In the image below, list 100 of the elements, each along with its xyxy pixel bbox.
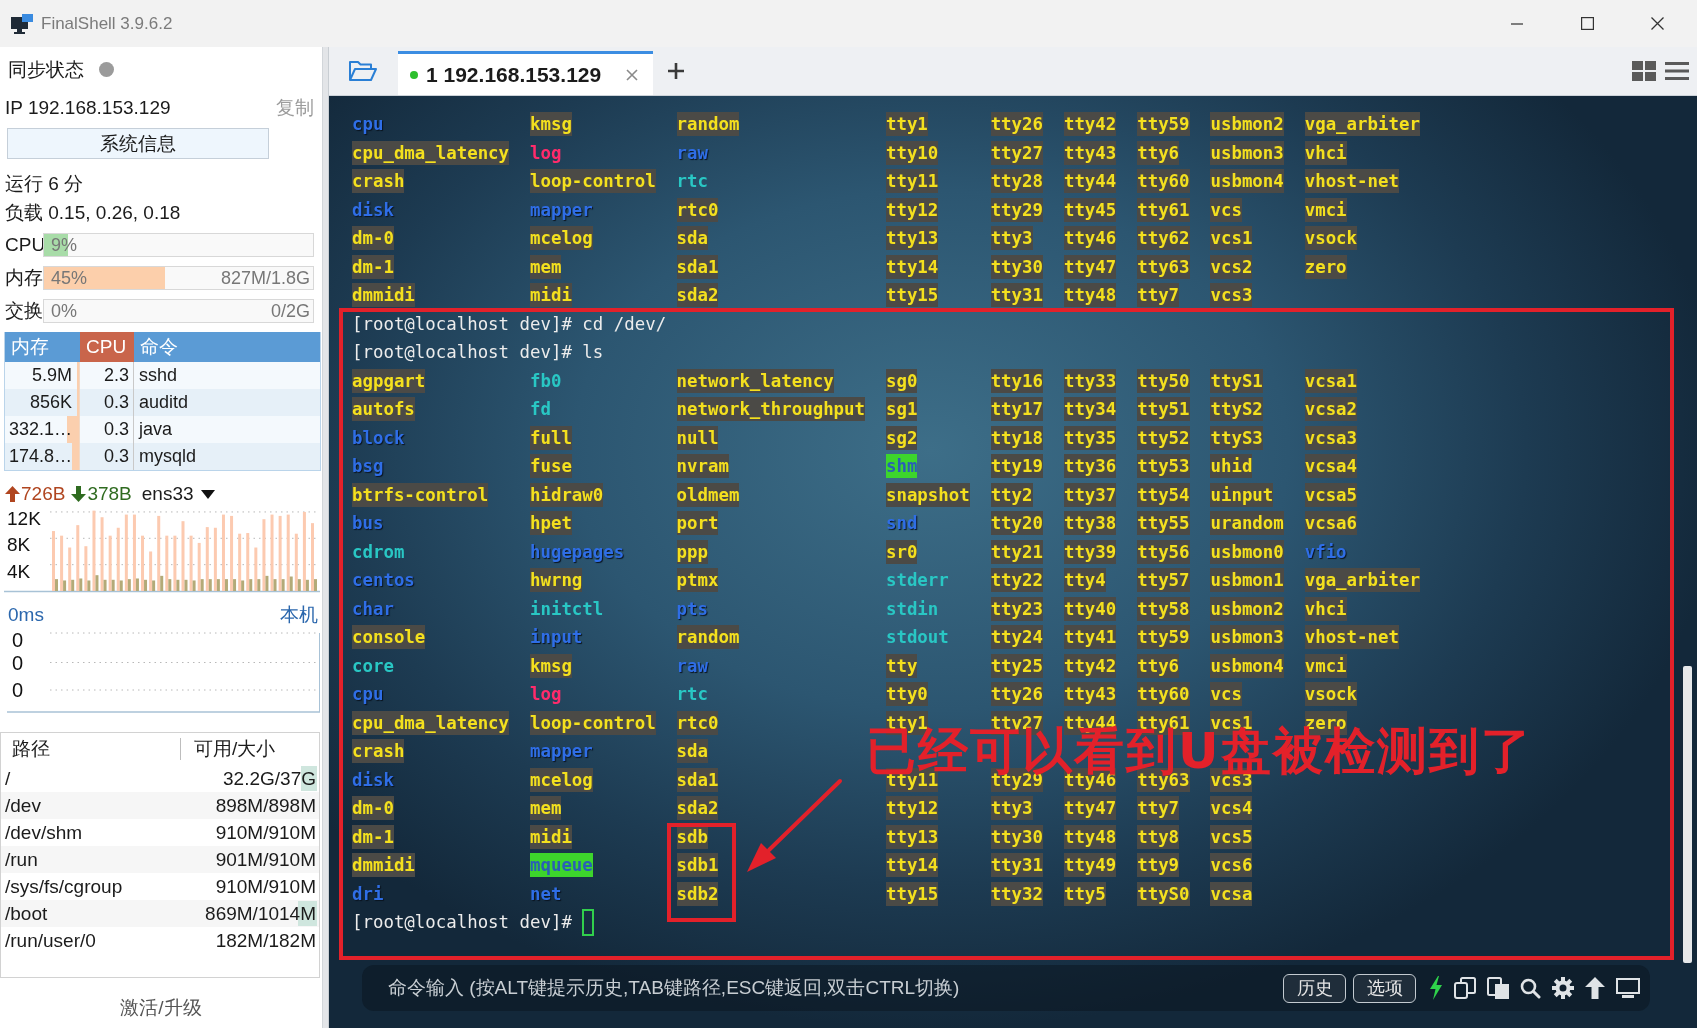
folder-icon[interactable] xyxy=(348,59,378,83)
download-bar xyxy=(103,579,107,591)
file-name: usbmon2 xyxy=(1210,596,1284,621)
file-name: tty28 xyxy=(990,169,1043,194)
file-name: sda2 xyxy=(676,283,719,308)
file-name: ttyS2 xyxy=(1210,397,1263,422)
interface-dropdown[interactable]: ens33 xyxy=(141,483,215,505)
maximize-icon xyxy=(1580,17,1594,30)
copy-icon[interactable] xyxy=(1454,977,1476,999)
file-name: tty51 xyxy=(1137,397,1190,422)
file-name: vhci xyxy=(1304,596,1347,621)
file-name: null xyxy=(676,425,719,450)
arrow-up-icon xyxy=(5,486,20,502)
file-name: rtc xyxy=(676,683,708,707)
download-bar xyxy=(257,579,261,591)
upload-bar xyxy=(60,535,64,591)
file-name: cpu xyxy=(352,113,384,137)
host-selector[interactable]: 本机 xyxy=(280,602,318,628)
file-name: tty43 xyxy=(1063,140,1117,165)
upload-bar xyxy=(181,521,185,591)
file-name: usbmon0 xyxy=(1210,539,1284,564)
file-name: vcs3 xyxy=(1210,283,1253,308)
file-name: tty33 xyxy=(1063,368,1117,393)
file-name: ttyS3 xyxy=(1210,425,1263,450)
file-name: vcs4 xyxy=(1210,796,1253,821)
file-name: network_throughput xyxy=(676,397,866,422)
session-tab[interactable]: 1 192.168.153.129 xyxy=(398,51,653,95)
file-name: tty35 xyxy=(1063,425,1117,450)
file-name: dm-0 xyxy=(352,226,394,251)
file-name: tty45 xyxy=(1063,197,1117,222)
sync-status-label: 同步状态 xyxy=(8,57,84,82)
file-name: tty9 xyxy=(1137,853,1180,878)
column-header[interactable]: CPU xyxy=(80,332,134,362)
file-name: rtc0 xyxy=(676,710,719,735)
file-name: mcelog xyxy=(530,226,593,251)
file-name: sr0 xyxy=(885,539,918,564)
arrow-up-icon[interactable] xyxy=(1585,977,1605,999)
mount-path: /dev xyxy=(4,794,42,817)
file-name: tty2 xyxy=(990,482,1033,507)
file-name: tty59 xyxy=(1137,112,1190,137)
screen-icon[interactable] xyxy=(1616,978,1640,998)
lightning-icon[interactable] xyxy=(1429,976,1443,1000)
plus-icon[interactable] xyxy=(668,63,684,79)
file-name: random xyxy=(676,625,740,650)
file-name: dmmidi xyxy=(352,283,415,308)
file-name: tty3 xyxy=(990,226,1033,251)
axis-label: 0 xyxy=(12,652,24,674)
column-header[interactable]: 路径 xyxy=(1,738,181,760)
command-input[interactable]: 命令输入 (按ALT键提示历史,TAB键路径,ESC键返回,双击CTRL切换) xyxy=(388,975,1276,1001)
file-name: sdb2 xyxy=(676,881,719,906)
file-name: port xyxy=(676,511,719,536)
upgrade-button[interactable]: 激活/升级 xyxy=(0,988,322,1028)
file-name: tty4 xyxy=(1063,568,1106,593)
file-name: stdin xyxy=(885,597,939,621)
file-name: tty29 xyxy=(990,197,1043,222)
download-bar xyxy=(241,580,245,591)
file-name: vcs2 xyxy=(1210,254,1253,279)
column-header[interactable]: 可用/大小 xyxy=(181,736,276,762)
file-name: tty3 xyxy=(990,796,1033,821)
file-name: tty60 xyxy=(1137,682,1190,707)
file-name: loop-control xyxy=(530,169,656,194)
file-name: tty31 xyxy=(990,283,1043,308)
file-name: tty43 xyxy=(1063,682,1117,707)
file-name: tty55 xyxy=(1137,511,1190,536)
load-average-text: 负载 0.15, 0.26, 0.18 xyxy=(5,200,181,225)
file-name: tty49 xyxy=(1063,853,1117,878)
system-info-button[interactable]: 系统信息 xyxy=(7,128,269,159)
download-bar xyxy=(281,579,285,591)
file-name: snd xyxy=(885,512,918,536)
file-name: vfio xyxy=(1304,540,1347,564)
file-name: fd xyxy=(530,398,551,422)
search-icon[interactable] xyxy=(1520,977,1541,999)
file-name: pts xyxy=(676,597,708,621)
close-icon[interactable] xyxy=(626,68,638,81)
file-name: tty0 xyxy=(885,682,928,707)
file-name: tty38 xyxy=(1063,511,1117,536)
meter-label: 交换 xyxy=(4,299,43,323)
scrollbar[interactable] xyxy=(1683,666,1692,963)
process-name: mysqld xyxy=(138,445,197,468)
file-name: usbmon3 xyxy=(1210,625,1284,650)
file-name: vsock xyxy=(1304,226,1358,251)
download-bar xyxy=(305,579,309,591)
grid-icon[interactable] xyxy=(1632,61,1656,81)
file-name: uhid xyxy=(1210,454,1253,479)
file-name: tty42 xyxy=(1063,112,1117,137)
history-button[interactable]: 历史 xyxy=(1283,973,1346,1003)
paste-icon[interactable] xyxy=(1487,977,1509,999)
file-name: autofs xyxy=(352,397,415,422)
upload-bar xyxy=(197,542,201,591)
file-name: bsg xyxy=(352,455,384,479)
options-button[interactable]: 选项 xyxy=(1353,973,1416,1003)
file-name: sg1 xyxy=(885,397,918,422)
file-name: agpgart xyxy=(352,368,426,393)
file-name: stdout xyxy=(885,626,949,650)
menu-icon[interactable] xyxy=(1665,62,1689,80)
file-name: random xyxy=(676,112,740,137)
file-name: tty14 xyxy=(885,853,939,878)
latency-value: 0ms xyxy=(8,604,44,626)
file-name: usbmon4 xyxy=(1210,653,1284,678)
settings-icon[interactable] xyxy=(1552,977,1574,999)
